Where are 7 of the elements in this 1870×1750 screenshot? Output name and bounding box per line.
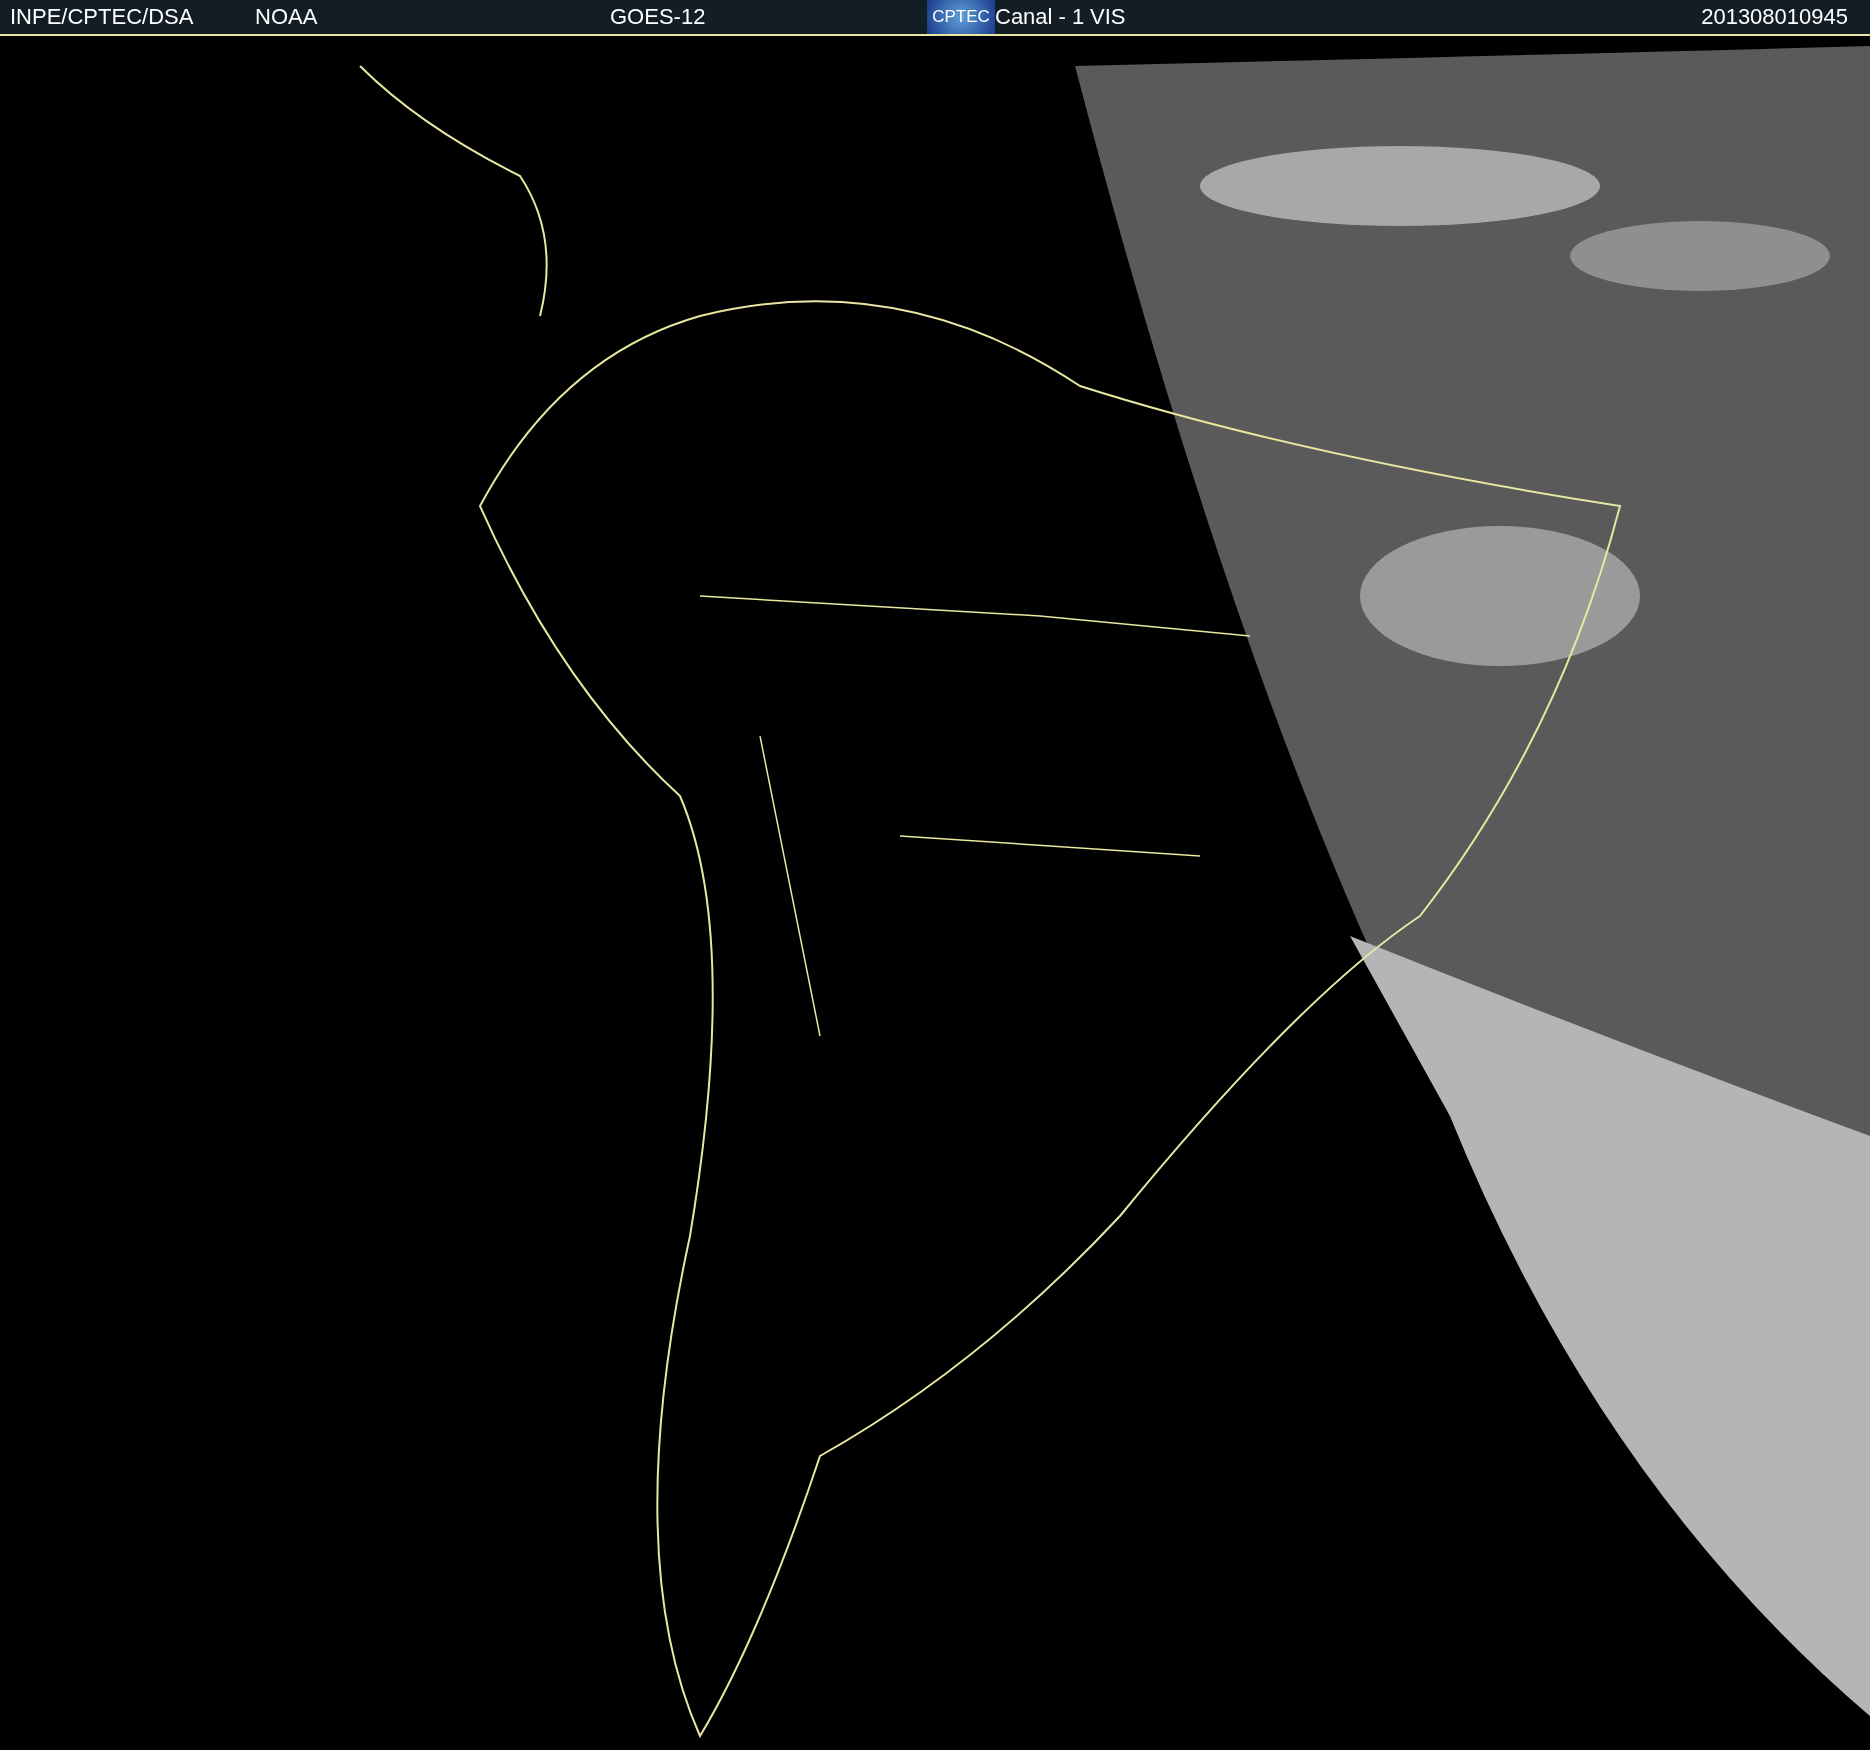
timestamp-label: 201308010945 bbox=[1701, 4, 1848, 30]
logo: CPTEC bbox=[927, 0, 995, 34]
agency-label: NOAA bbox=[255, 4, 318, 30]
satellite-label: GOES-12 bbox=[610, 4, 706, 30]
band-label: VIS bbox=[1090, 4, 1126, 30]
source-label: INPE/CPTEC/DSA bbox=[10, 4, 194, 30]
channel-label: Canal - 1 bbox=[995, 4, 1085, 30]
